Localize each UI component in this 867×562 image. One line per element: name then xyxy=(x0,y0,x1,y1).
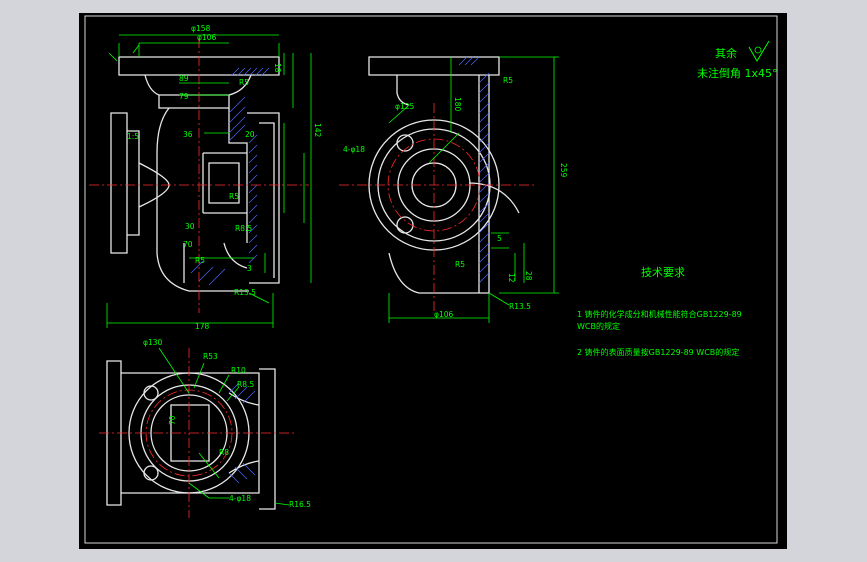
dim-d130: φ130 xyxy=(143,338,162,347)
roughness-symbol xyxy=(748,40,770,62)
radius-r16: R16.5 xyxy=(289,500,311,509)
dim-d106a: φ106 xyxy=(197,33,216,42)
radius-r10: R10 xyxy=(231,366,246,375)
dim-18: 18 xyxy=(273,63,282,73)
dim-3: 3 xyxy=(247,264,252,273)
radius-r5c: R5 xyxy=(195,256,205,265)
requirement-1: 1 铸件的化学成分和机械性能符合GB1229-89 xyxy=(577,309,742,319)
radius-r5a: R5 xyxy=(239,78,249,87)
radius-r85b: R8.5 xyxy=(237,380,254,389)
dim-259: 259 xyxy=(559,163,568,178)
side-view-labels: φ125 4-φ18 φ106 259 180 R5 R5 R13.5 28 5… xyxy=(343,76,568,319)
dim-28: 28 xyxy=(524,271,533,281)
dim-70-plan: 70 xyxy=(168,415,177,425)
side-view xyxy=(368,56,520,294)
side-view-centerlines xyxy=(339,103,534,313)
requirement-2: 2 铸件的表面质量按GB1229-89 WCB的规定 xyxy=(577,347,739,357)
side-view-hatch xyxy=(458,56,490,284)
dim-ratio: 1:5 xyxy=(127,132,139,141)
chamfer-note: 未注倒角 1x45° xyxy=(697,66,778,80)
tech-requirements-heading: 技术要求 xyxy=(641,266,685,279)
notes-block: 其余 未注倒角 1x45° 技术要求 1 铸件的化学成分和机械性能符合GB122… xyxy=(577,40,778,357)
radius-r5-side: R5 xyxy=(503,76,513,85)
dim-30: 30 xyxy=(185,222,195,231)
front-view-centerlines xyxy=(89,38,309,313)
dim-d158: φ158 xyxy=(191,24,210,33)
dim-79: 79 xyxy=(179,92,189,101)
radius-r5-side-b: R5 xyxy=(455,260,465,269)
surface-finish-note: 其余 xyxy=(715,46,737,60)
cad-viewport[interactable]: φ158 φ106 89 79 36 20 30 70 1:5 178 142 … xyxy=(79,13,787,549)
dim-d106b: φ106 xyxy=(434,310,453,319)
dim-178: 178 xyxy=(195,322,210,331)
radius-r53: R53 xyxy=(203,352,218,361)
dim-70: 70 xyxy=(183,240,193,249)
radius-r85a: R8.5 xyxy=(235,224,252,233)
dim-89: 89 xyxy=(179,74,189,83)
radius-r13b: R13.5 xyxy=(509,302,531,311)
requirement-1b: WCB的规定 xyxy=(577,321,620,331)
dim-5: 5 xyxy=(497,234,502,243)
cad-drawing: φ158 φ106 89 79 36 20 30 70 1:5 178 142 … xyxy=(84,15,778,544)
dim-20: 20 xyxy=(245,130,255,139)
radius-r8: R8 xyxy=(219,448,229,457)
dim-142: 142 xyxy=(313,123,322,138)
dim-180: 180 xyxy=(453,97,462,112)
radius-r13a: R13.5 xyxy=(234,288,256,297)
dim-36: 36 xyxy=(183,130,193,139)
label-holes-b: 4-φ18 xyxy=(229,494,251,503)
dim-d125: φ125 xyxy=(395,102,414,111)
label-holes-a: 4-φ18 xyxy=(343,145,365,154)
radius-r5b: R5 xyxy=(229,192,239,201)
dim-12: 12 xyxy=(507,273,516,283)
side-view-dims xyxy=(388,56,559,323)
plan-view-labels: φ130 R53 R10 R8.5 R8 4-φ18 R16.5 70 xyxy=(143,338,311,509)
